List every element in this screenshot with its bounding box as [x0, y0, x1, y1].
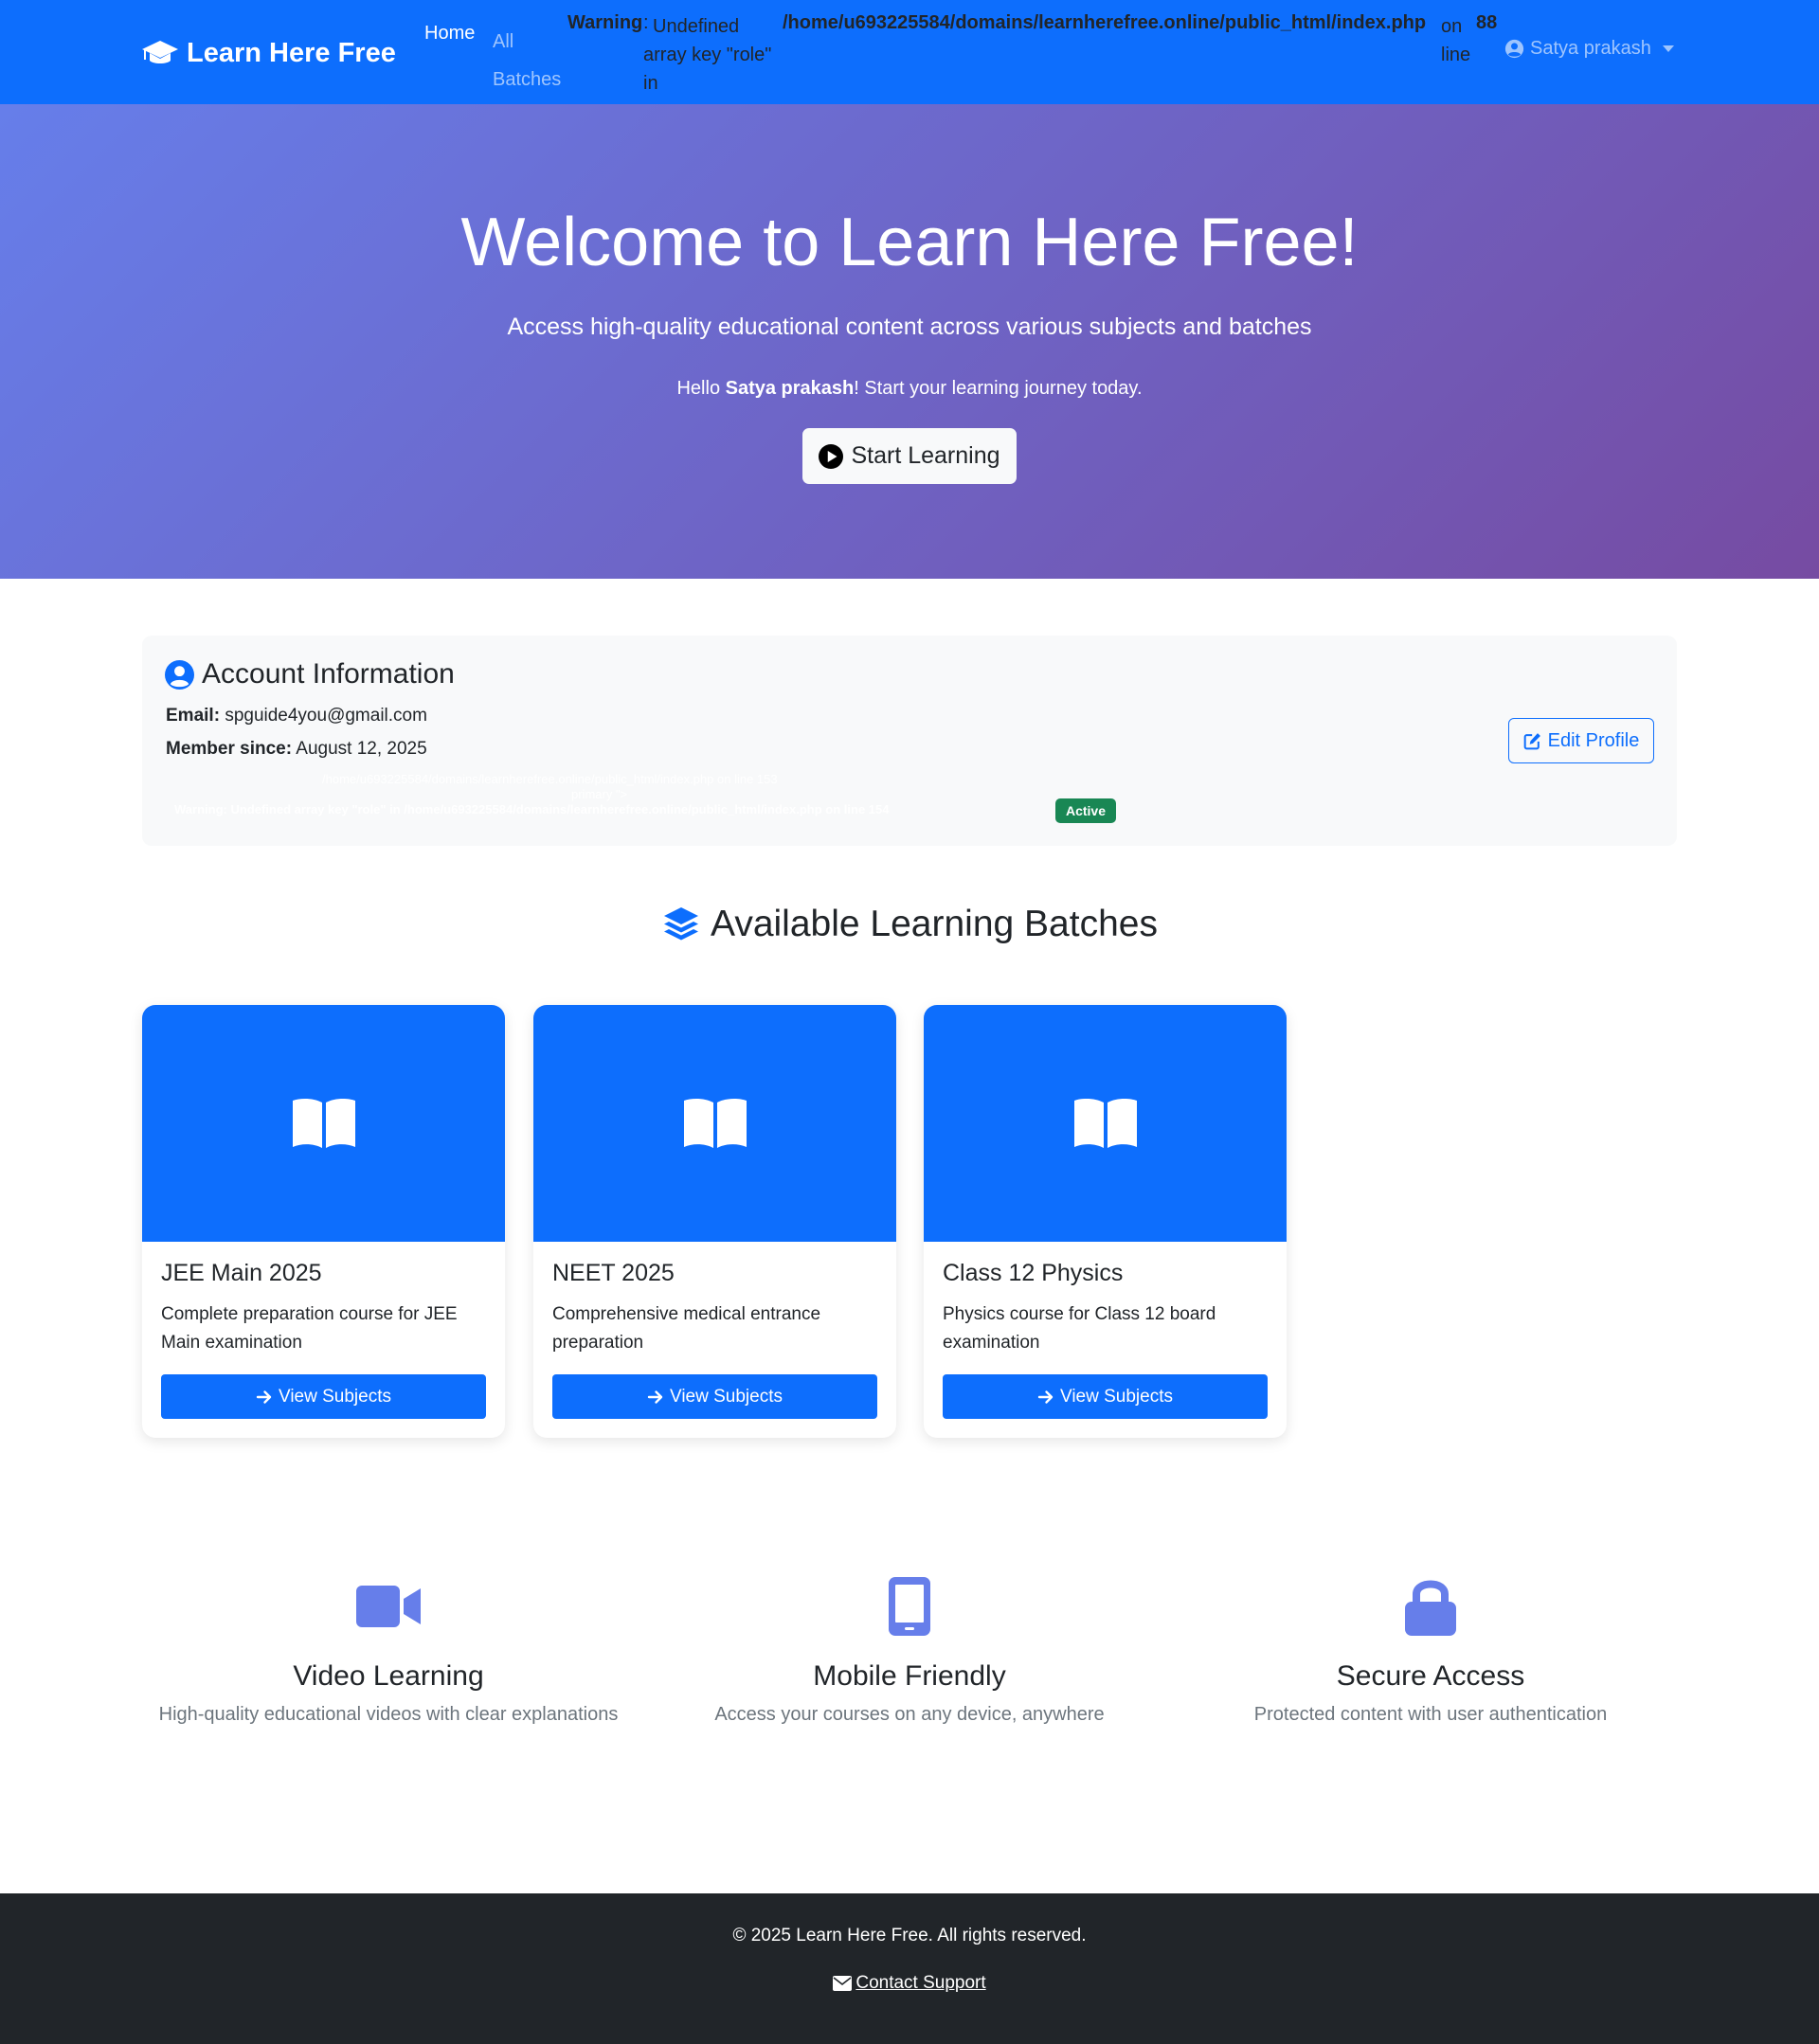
- view-subjects-button[interactable]: View Subjects: [943, 1374, 1268, 1419]
- batches-section-title: Available Learning Batches: [0, 904, 1819, 945]
- warning-on-line: on line: [1441, 16, 1471, 65]
- batch-card-image: [142, 1005, 505, 1242]
- edit-icon: [1523, 733, 1540, 750]
- play-circle-icon: [819, 443, 844, 469]
- account-info-title-text: Account Information: [202, 658, 455, 690]
- greeting-suffix: ! Start your learning journey today.: [854, 378, 1143, 399]
- edit-profile-button[interactable]: Edit Profile: [1508, 718, 1654, 763]
- arrow-right-icon: [647, 1390, 663, 1404]
- hero-title: Welcome to Learn Here Free!: [460, 205, 1359, 280]
- account-info-card: Account Information Email: spguide4you@g…: [142, 636, 1677, 846]
- feature-description: Protected content with user authenticati…: [1253, 1704, 1608, 1725]
- feature-description: High-quality educational videos with cle…: [158, 1704, 619, 1725]
- feature-secure-access: Secure Access Protected content with use…: [1165, 1576, 1696, 1726]
- layer-group-icon: [664, 907, 699, 941]
- lock-icon: [1405, 1580, 1456, 1636]
- arrow-right-icon: [1037, 1390, 1054, 1404]
- graduation-cap-icon: [142, 41, 178, 63]
- contact-support-label: Contact Support: [855, 1973, 986, 1993]
- hero-lead: Access high-quality educational content …: [507, 314, 1312, 340]
- greeting-prefix: Hello: [676, 378, 726, 399]
- contact-support-link[interactable]: Contact Support: [0, 1973, 1819, 1994]
- brand-link[interactable]: Learn Here Free: [141, 36, 396, 70]
- batch-title: JEE Main 2025: [161, 1260, 322, 1286]
- feature-title: Mobile Friendly: [813, 1660, 1006, 1692]
- book-open-icon: [1073, 1098, 1137, 1148]
- greeting-user-name: Satya prakash: [725, 378, 855, 399]
- user-circle-icon: [165, 659, 194, 690]
- batch-card: NEET 2025 Comprehensive medical entrance…: [533, 1005, 896, 1438]
- hero-section: Welcome to Learn Here Free! Access high-…: [0, 104, 1819, 579]
- batches-section-title-text: Available Learning Batches: [711, 904, 1158, 944]
- user-name: Satya prakash: [1530, 38, 1651, 59]
- book-open-icon: [683, 1098, 747, 1148]
- feature-title: Secure Access: [1336, 1660, 1525, 1692]
- member-since-value: August 12, 2025: [296, 739, 427, 759]
- view-subjects-button[interactable]: View Subjects: [552, 1374, 877, 1419]
- warning-label: Warning: [567, 12, 643, 33]
- warning-text: Undefined array key "role" in: [643, 16, 772, 94]
- feature-mobile-friendly: Mobile Friendly Access your courses on a…: [644, 1576, 1175, 1726]
- batch-card-image: [924, 1005, 1287, 1242]
- batch-title: Class 12 Physics: [943, 1260, 1124, 1286]
- hidden-warning-line-2: primary ">: [571, 787, 628, 801]
- batch-title: NEET 2025: [552, 1260, 675, 1286]
- chevron-down-icon: [1662, 45, 1674, 52]
- feature-description: Access your courses on any device, anywh…: [714, 1704, 1105, 1725]
- user-circle-icon: [1504, 39, 1524, 59]
- navbar: Learn Here Free Home All Batches Warning…: [0, 0, 1819, 104]
- warning-path: /home/u693225584/domains/learnherefree.o…: [783, 12, 1427, 33]
- batch-description: Comprehensive medical entrance preparati…: [552, 1304, 821, 1353]
- nav-home-link[interactable]: Home: [424, 23, 475, 45]
- batch-card-image: [533, 1005, 896, 1242]
- arrow-right-icon: [256, 1390, 272, 1404]
- edit-profile-label: Edit Profile: [1547, 729, 1640, 751]
- batch-description: Complete preparation course for JEE Main…: [161, 1304, 458, 1353]
- view-subjects-label: View Subjects: [279, 1386, 391, 1407]
- feature-title: Video Learning: [293, 1660, 484, 1692]
- footer: © 2025 Learn Here Free. All rights reser…: [0, 1893, 1819, 2044]
- start-learning-button[interactable]: Start Learning: [802, 428, 1017, 484]
- start-learning-label: Start Learning: [851, 442, 1000, 469]
- account-info-title: Account Information: [165, 658, 455, 690]
- user-dropdown-toggle[interactable]: Satya prakash: [1504, 38, 1674, 60]
- member-since-label: Member since:: [166, 739, 293, 759]
- view-subjects-label: View Subjects: [1060, 1386, 1173, 1407]
- view-subjects-label: View Subjects: [670, 1386, 783, 1407]
- batch-card: Class 12 Physics Physics course for Clas…: [924, 1005, 1287, 1438]
- email-label: Email:: [166, 706, 221, 726]
- hero-greeting: Hello Satya prakash! Start your learning…: [0, 374, 1819, 403]
- brand-label: Learn Here Free: [187, 37, 396, 68]
- envelope-icon: [833, 1976, 853, 1991]
- hidden-warning-line-3: Warning: Undefined array key "role" in /…: [174, 802, 890, 816]
- view-subjects-button[interactable]: View Subjects: [161, 1374, 486, 1419]
- mobile-icon: [889, 1577, 930, 1636]
- hidden-warning-line-1: /home/u693225584/domains/learnherefree.o…: [322, 772, 778, 786]
- batch-card: JEE Main 2025 Complete preparation cours…: [142, 1005, 505, 1438]
- account-email: Email: spguide4you@gmail.com: [166, 706, 427, 726]
- email-value: spguide4you@gmail.com: [225, 706, 427, 726]
- feature-video-learning: Video Learning High-quality educational …: [123, 1576, 654, 1726]
- warning-line-number: 88: [1476, 12, 1498, 33]
- nav-all-batches-link[interactable]: All Batches: [493, 23, 568, 99]
- book-open-icon: [292, 1098, 355, 1148]
- account-member-since: Member since: August 12, 2025: [166, 739, 427, 760]
- status-badge: Active: [1055, 798, 1116, 823]
- footer-copyright: © 2025 Learn Here Free. All rights reser…: [732, 1926, 1087, 1945]
- batch-description: Physics course for Class 12 board examin…: [943, 1304, 1216, 1353]
- video-icon: [356, 1586, 421, 1627]
